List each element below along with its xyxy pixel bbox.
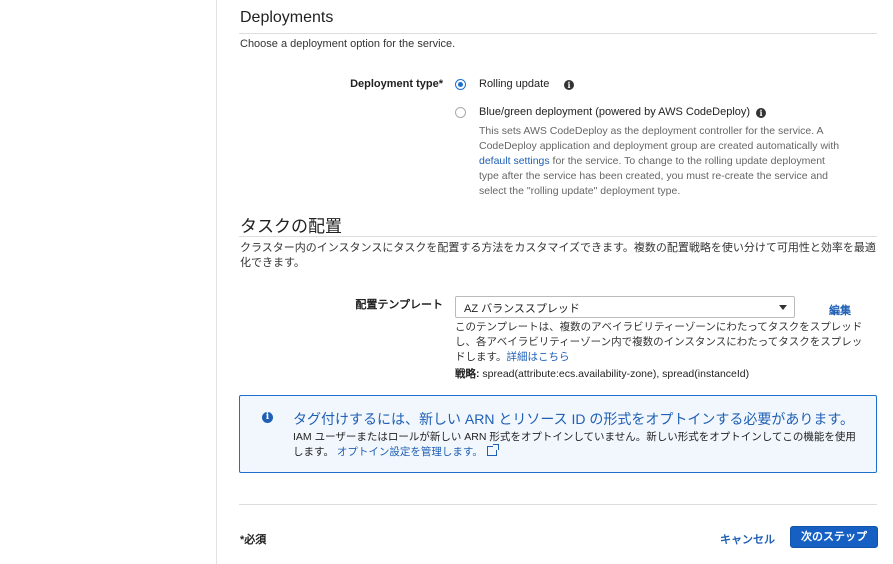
placement-template-value: AZ バランススプレッド <box>464 303 580 315</box>
deployment-type-label: Deployment type* <box>350 78 443 90</box>
deployments-divider <box>239 33 877 34</box>
strategy-label: 戦略: <box>455 368 480 380</box>
chevron-down-icon <box>779 305 787 310</box>
alert-body: IAM ユーザーまたはロールが新しい ARN 形式をオプトインしていません。新し… <box>293 431 856 458</box>
edit-template-link[interactable]: 編集 <box>829 302 851 318</box>
rolling-update-label[interactable]: Rolling update <box>479 78 549 90</box>
next-step-button[interactable]: 次のステップ <box>790 526 878 548</box>
task-placement-description: クラスター内のインスタンスにタスクを配置する方法をカスタマイズできます。複数の配… <box>240 242 876 269</box>
info-icon: i <box>262 412 273 423</box>
opt-in-settings-link[interactable]: オプトイン設定を管理します。 <box>337 444 499 458</box>
rolling-update-radio[interactable] <box>455 79 466 90</box>
deployments-description: Choose a deployment option for the servi… <box>240 38 456 50</box>
placement-strategy: 戦略: spread(attribute:ecs.availability-zo… <box>455 366 749 381</box>
main-content: Deployments Choose a deployment option f… <box>217 0 893 564</box>
placement-template-help: このテンプレートは、複数のアベイラビリティーゾーンにわたってタスクをスプレッドし… <box>455 321 863 363</box>
strategy-value: spread(attribute:ecs.availability-zone),… <box>479 368 750 380</box>
task-placement-title: タスクの配置 <box>240 217 342 236</box>
task-placement-divider <box>239 236 877 237</box>
left-sidebar <box>0 0 217 564</box>
blue-green-info-icon[interactable]: i <box>756 108 766 118</box>
external-link-icon <box>486 444 499 456</box>
blue-green-label[interactable]: Blue/green deployment (powered by AWS Co… <box>479 106 750 118</box>
rolling-update-info-icon[interactable]: i <box>564 80 574 90</box>
blue-green-help-text: This sets AWS CodeDeploy as the deployme… <box>479 125 840 197</box>
placement-template-select[interactable]: AZ バランススプレッド <box>455 296 795 318</box>
arn-opt-in-alert: i タグ付けするには、新しい ARN とリソース ID の形式をオプトインする必… <box>239 395 877 473</box>
default-settings-link[interactable]: default settings <box>479 155 550 167</box>
required-note: *必須 <box>240 534 267 546</box>
blue-green-radio[interactable] <box>455 107 466 118</box>
deployments-title: Deployments <box>240 9 334 26</box>
learn-more-link[interactable]: 詳細はこちら <box>506 351 569 363</box>
alert-title: タグ付けするには、新しい ARN とリソース ID の形式をオプトインする必要が… <box>293 411 855 427</box>
footer-divider <box>239 504 877 505</box>
placement-template-label: 配置テンプレート <box>355 299 443 311</box>
cancel-button[interactable]: キャンセル <box>720 531 775 547</box>
